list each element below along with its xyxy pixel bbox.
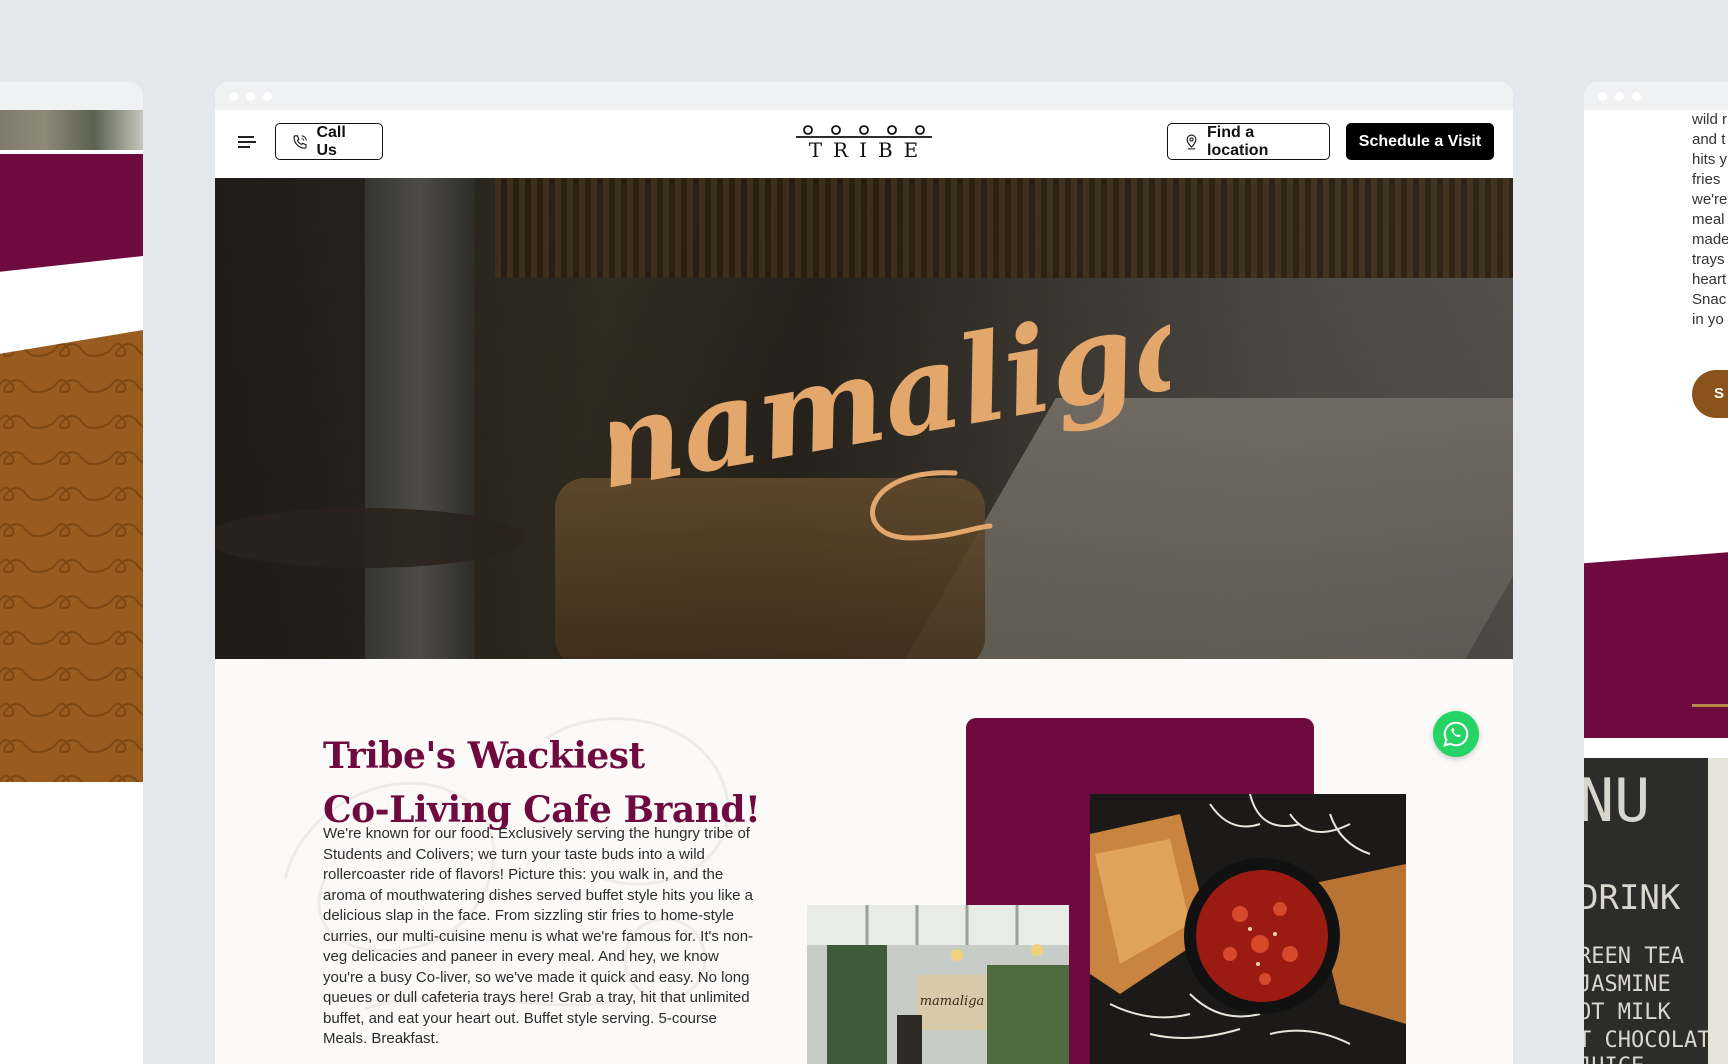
chalk-line: T CHOCOLATE bbox=[1584, 1028, 1724, 1053]
chalk-line: NU bbox=[1584, 766, 1651, 836]
whatsapp-chat-button[interactable] bbox=[1433, 711, 1479, 757]
mamaliga-script-logo: mamaliga bbox=[610, 298, 1170, 541]
intro-body-text: We're known for our food. Exclusively se… bbox=[323, 825, 754, 1047]
menu-icon[interactable] bbox=[238, 136, 256, 150]
heading-line-1: Tribe's Wackiest bbox=[323, 735, 645, 777]
phone-icon bbox=[293, 134, 307, 149]
site-header: Call Us TRIBE Find a location Schedule a… bbox=[215, 110, 1513, 178]
find-location-label: Find a location bbox=[1207, 123, 1269, 159]
right-body-text-fragment: wild r and t hits y fries we're meal mad… bbox=[1692, 111, 1728, 328]
window-dot bbox=[246, 92, 255, 101]
find-location-button[interactable]: Find a location bbox=[1167, 123, 1330, 160]
main-browser-window: Call Us TRIBE Find a location Schedule a… bbox=[215, 82, 1513, 1064]
cafe-interior-photo: mamaliga bbox=[807, 905, 1069, 1064]
food-photo-art bbox=[1090, 794, 1406, 1064]
right-maroon-band bbox=[1584, 548, 1728, 738]
left-window-titlebar bbox=[0, 82, 143, 110]
left-gold-pattern-band bbox=[0, 330, 143, 782]
location-pin-icon bbox=[1186, 134, 1197, 149]
cafe-sign-text: mamaliga bbox=[920, 994, 985, 1009]
main-window-titlebar bbox=[215, 82, 1513, 110]
whatsapp-icon bbox=[1443, 721, 1469, 747]
chalkboard-menu-photo: NU DRINK REEN TEA JASMINE OT MILK T CHOC… bbox=[1584, 758, 1728, 1064]
window-dot bbox=[1598, 92, 1607, 101]
left-maroon-band bbox=[0, 154, 143, 274]
call-us-button[interactable]: Call Us bbox=[275, 123, 383, 160]
right-preview-window: wild r and t hits y fries we're meal mad… bbox=[1584, 82, 1728, 1064]
intro-heading: Tribe's Wackiest Co-Living Cafe Brand! bbox=[323, 729, 883, 837]
cafe-photo-art: mamaliga bbox=[807, 905, 1069, 1064]
call-us-label: Call Us bbox=[316, 123, 346, 159]
food-dish-photo bbox=[1090, 794, 1406, 1064]
left-preview-window bbox=[0, 82, 143, 1064]
left-top-photo bbox=[0, 110, 143, 150]
intro-section: Tribe's Wackiest Co-Living Cafe Brand! W… bbox=[215, 659, 1513, 1064]
window-dot bbox=[263, 92, 272, 101]
chalk-line: REEN TEA bbox=[1584, 944, 1684, 969]
window-dot bbox=[229, 92, 238, 101]
right-cta-button[interactable]: S bbox=[1692, 370, 1728, 418]
chalk-line: DRINK bbox=[1584, 878, 1681, 918]
loop-pattern bbox=[0, 330, 143, 782]
right-window-titlebar bbox=[1584, 82, 1728, 110]
tribe-logo[interactable]: TRIBE bbox=[794, 124, 934, 164]
window-dot bbox=[1615, 92, 1624, 101]
logo-wordmark: TRIBE bbox=[808, 138, 930, 162]
window-dot bbox=[1632, 92, 1641, 101]
chalk-line: JASMINE bbox=[1584, 972, 1671, 997]
chalk-line: OT MILK bbox=[1584, 1000, 1671, 1025]
hero-banner: mamaliga bbox=[215, 178, 1513, 659]
chalk-line: JUICE bbox=[1584, 1054, 1644, 1064]
window-frame bbox=[1708, 758, 1728, 1064]
window-dots bbox=[229, 92, 272, 101]
schedule-visit-button[interactable]: Schedule a Visit bbox=[1346, 123, 1494, 160]
window-dots bbox=[1598, 92, 1641, 101]
right-accent-line bbox=[1692, 704, 1728, 707]
hero-script-text: mamaliga bbox=[610, 298, 1170, 524]
